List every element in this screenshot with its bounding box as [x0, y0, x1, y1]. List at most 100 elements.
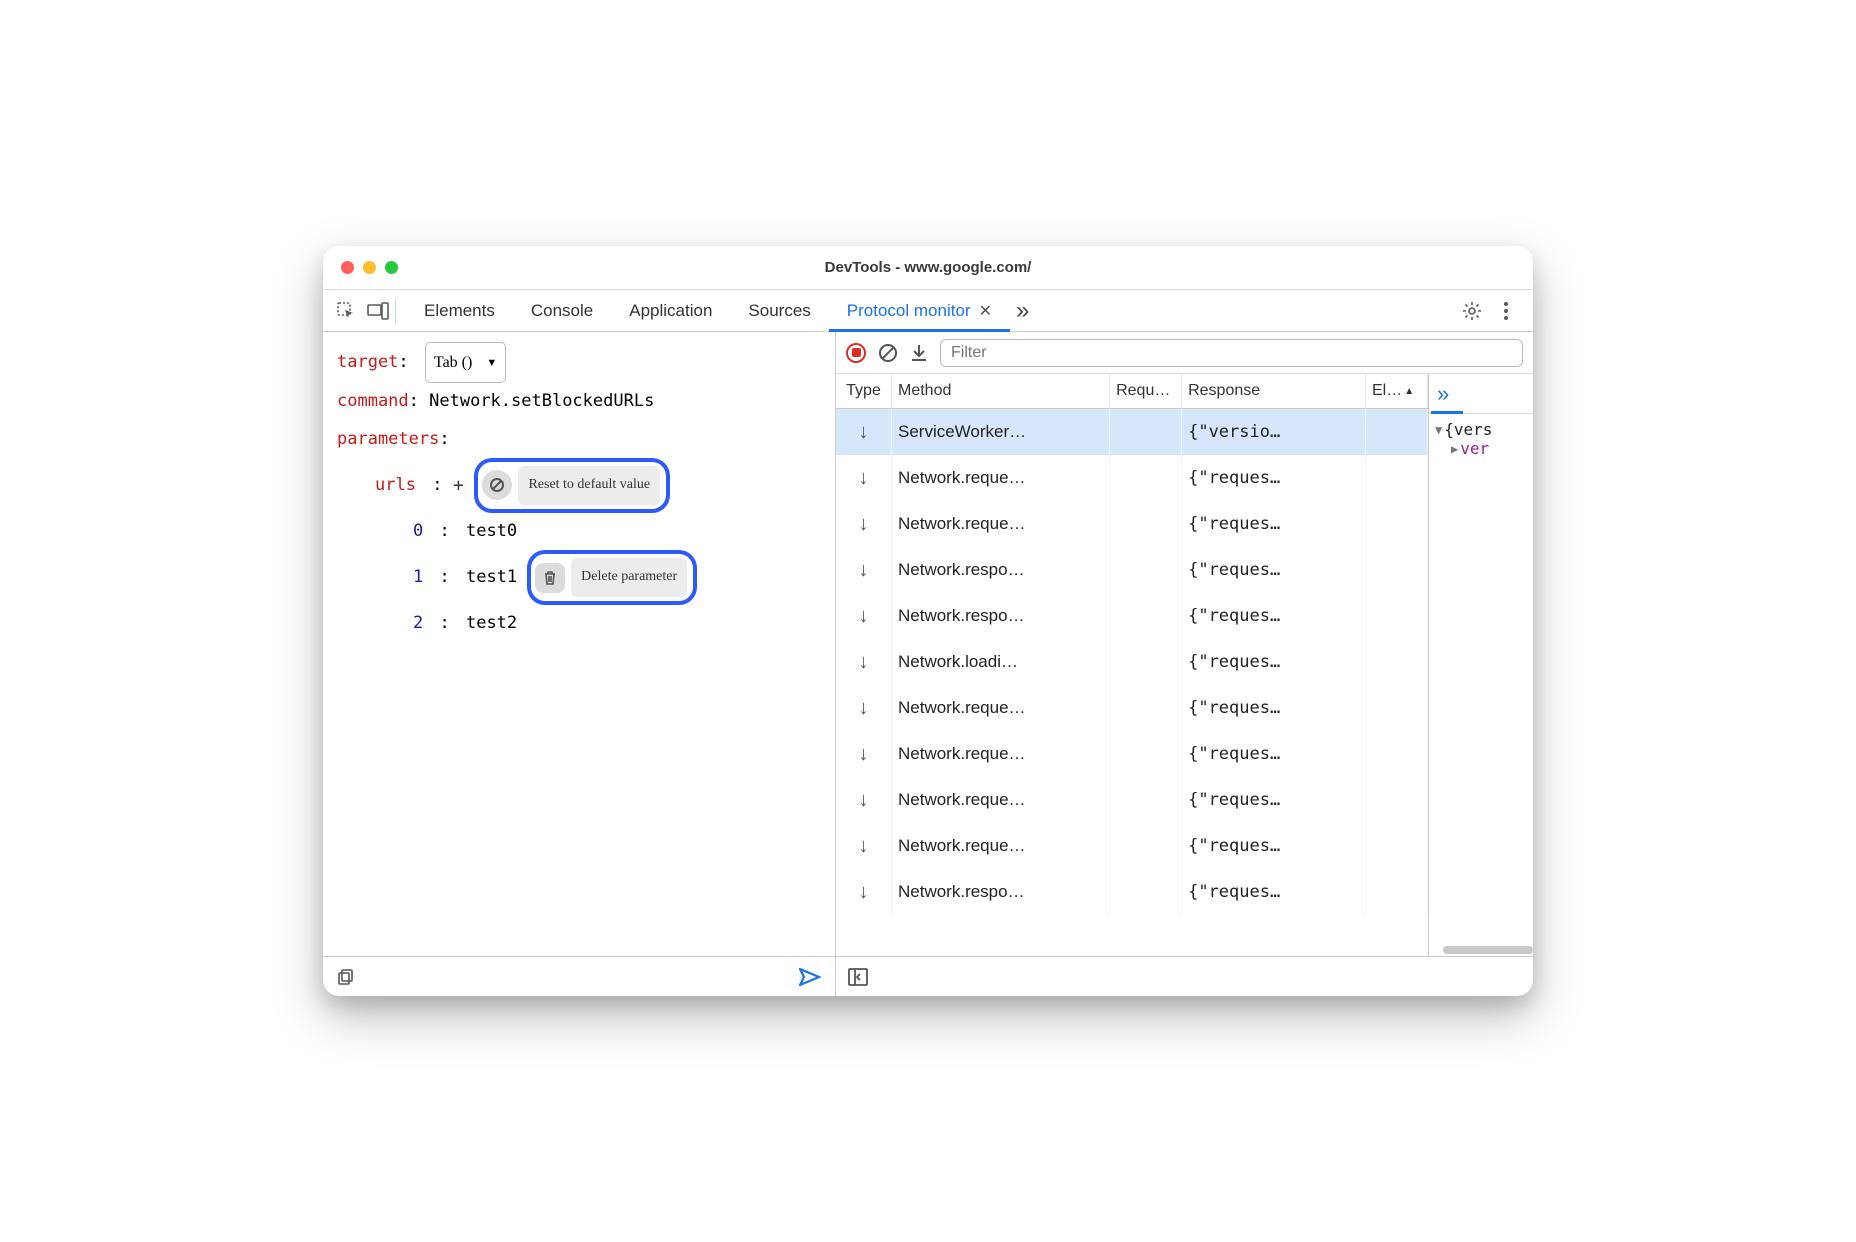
cell-elapsed — [1366, 547, 1428, 593]
arrow-down-icon: ↓ — [836, 409, 892, 455]
cell-method: ServiceWorker… — [892, 409, 1110, 455]
cell-elapsed — [1366, 869, 1428, 915]
table-row[interactable]: ↓Network.reque… {"reques… — [836, 501, 1428, 547]
cell-elapsed — [1366, 455, 1428, 501]
detail-pane: » ▼{vers ▶ver — [1429, 374, 1533, 956]
cell-response: {"reques… — [1182, 639, 1366, 685]
cell-request — [1110, 639, 1182, 685]
cell-request — [1110, 501, 1182, 547]
cell-request — [1110, 685, 1182, 731]
cell-response: {"reques… — [1182, 823, 1366, 869]
cell-response: {"versio… — [1182, 409, 1366, 455]
monitor-toolbar — [836, 332, 1533, 374]
cell-response: {"reques… — [1182, 547, 1366, 593]
arrow-down-icon: ↓ — [836, 639, 892, 685]
gear-icon[interactable] — [1459, 298, 1485, 324]
table-row[interactable]: ↓Network.reque…{"reques… — [836, 823, 1428, 869]
toggle-drawer-icon[interactable] — [848, 968, 868, 986]
cell-response: {"reques… — [1182, 685, 1366, 731]
target-select[interactable]: Tab () ▼ — [425, 342, 506, 383]
cell-elapsed — [1366, 501, 1428, 547]
devtools-window: DevTools - www.google.com/ Elements Cons… — [323, 246, 1533, 996]
cell-elapsed — [1366, 593, 1428, 639]
header-type[interactable]: Type — [836, 374, 892, 408]
cell-request — [1110, 455, 1182, 501]
reset-to-default-callout: Reset to default value — [474, 458, 670, 513]
cell-request — [1110, 869, 1182, 915]
header-elapsed[interactable]: El…▲ — [1366, 374, 1428, 408]
more-detail-tabs-icon[interactable]: » — [1437, 381, 1449, 407]
arrow-down-icon: ↓ — [836, 823, 892, 869]
inspect-element-icon[interactable] — [333, 298, 359, 324]
cell-response: {"reques… — [1182, 593, 1366, 639]
cell-response: {"reques… — [1182, 731, 1366, 777]
cell-method: Network.respo… — [892, 869, 1110, 915]
window-title: DevTools - www.google.com/ — [323, 259, 1533, 276]
urls-label: urls — [375, 467, 416, 504]
cell-request — [1110, 547, 1182, 593]
panel-tabs: Elements Console Application Sources Pro… — [406, 290, 1451, 331]
arrow-down-icon: ↓ — [836, 731, 892, 777]
device-toolbar-icon[interactable] — [365, 298, 391, 324]
cell-method: Network.reque… — [892, 731, 1110, 777]
delete-tooltip: Delete parameter — [571, 558, 687, 597]
add-item-icon[interactable]: + — [448, 466, 468, 506]
table-row[interactable]: ↓ServiceWorker… {"versio… — [836, 409, 1428, 455]
table-body: ↓ServiceWorker…{"versio…↓Network.reque…{… — [836, 409, 1428, 956]
arrow-down-icon: ↓ — [836, 547, 892, 593]
table-row[interactable]: ↓Network.respo… {"reques… — [836, 869, 1428, 915]
events-table: Type Method Requ… Response El…▲ ↓Service… — [836, 374, 1429, 956]
table-row[interactable]: ↓Network.reque… {"reques… — [836, 731, 1428, 777]
more-tabs-icon[interactable]: » — [1010, 297, 1035, 325]
header-method[interactable]: Method — [892, 374, 1110, 408]
table-row[interactable]: ↓Network.respo… {"reques… — [836, 547, 1428, 593]
table-row[interactable]: ↓Network.reque…{"reques… — [836, 455, 1428, 501]
tab-protocol-monitor[interactable]: Protocol monitor ✕ — [829, 290, 1010, 331]
cell-response: {"reques… — [1182, 501, 1366, 547]
record-button[interactable] — [846, 343, 866, 363]
arrow-down-icon: ↓ — [836, 777, 892, 823]
table-row[interactable]: ↓Network.respo…{"reques… — [836, 593, 1428, 639]
cell-method: Network.reque… — [892, 685, 1110, 731]
header-response[interactable]: Response — [1182, 374, 1366, 408]
kebab-menu-icon[interactable] — [1493, 298, 1519, 324]
cell-response: {"reques… — [1182, 869, 1366, 915]
delete-parameter-callout: Delete parameter — [527, 550, 697, 605]
table-row[interactable]: ↓Network.loadi…{"reques… — [836, 639, 1428, 685]
header-request[interactable]: Requ… — [1110, 374, 1182, 408]
delete-icon[interactable] — [535, 563, 565, 593]
cell-method: Network.reque… — [892, 455, 1110, 501]
send-icon[interactable] — [799, 968, 821, 986]
monitor-pane: Type Method Requ… Response El…▲ ↓Service… — [836, 332, 1533, 996]
arrow-down-icon: ↓ — [836, 869, 892, 915]
tab-console[interactable]: Console — [513, 290, 611, 331]
arrow-down-icon: ↓ — [836, 455, 892, 501]
arrow-down-icon: ↓ — [836, 501, 892, 547]
target-row: target: Tab () ▼ — [337, 342, 821, 383]
urls-row: urls : + Reset to default value — [337, 458, 821, 513]
tab-sources[interactable]: Sources — [730, 290, 828, 331]
tab-application[interactable]: Application — [611, 290, 730, 331]
urls-item-2[interactable]: 2 : test2 — [337, 605, 821, 642]
table-row[interactable]: ↓Network.reque…{"reques… — [836, 777, 1428, 823]
arrow-down-icon: ↓ — [836, 593, 892, 639]
table-row[interactable]: ↓Network.reque… {"reques… — [836, 685, 1428, 731]
cell-method: Network.respo… — [892, 547, 1110, 593]
titlebar: DevTools - www.google.com/ — [323, 246, 1533, 290]
filter-input[interactable] — [940, 339, 1523, 367]
tab-elements[interactable]: Elements — [406, 290, 513, 331]
response-tree[interactable]: ▼{vers ▶ver — [1429, 414, 1533, 956]
close-icon[interactable]: ✕ — [979, 301, 992, 321]
command-row: command: Network.setBlockedURLs — [337, 383, 821, 420]
clear-icon[interactable] — [878, 343, 898, 363]
urls-item-0[interactable]: 0 : test0 — [337, 513, 821, 550]
cell-request — [1110, 823, 1182, 869]
horizontal-scrollbar[interactable] — [1443, 946, 1533, 954]
copy-icon[interactable] — [337, 968, 355, 986]
reset-icon[interactable] — [482, 470, 512, 500]
cell-method: Network.reque… — [892, 501, 1110, 547]
arrow-down-icon: ↓ — [836, 685, 892, 731]
urls-item-1[interactable]: 1 : test1 Delete parameter — [337, 550, 821, 605]
download-icon[interactable] — [910, 343, 928, 363]
devtools-toolbar: Elements Console Application Sources Pro… — [323, 290, 1533, 332]
